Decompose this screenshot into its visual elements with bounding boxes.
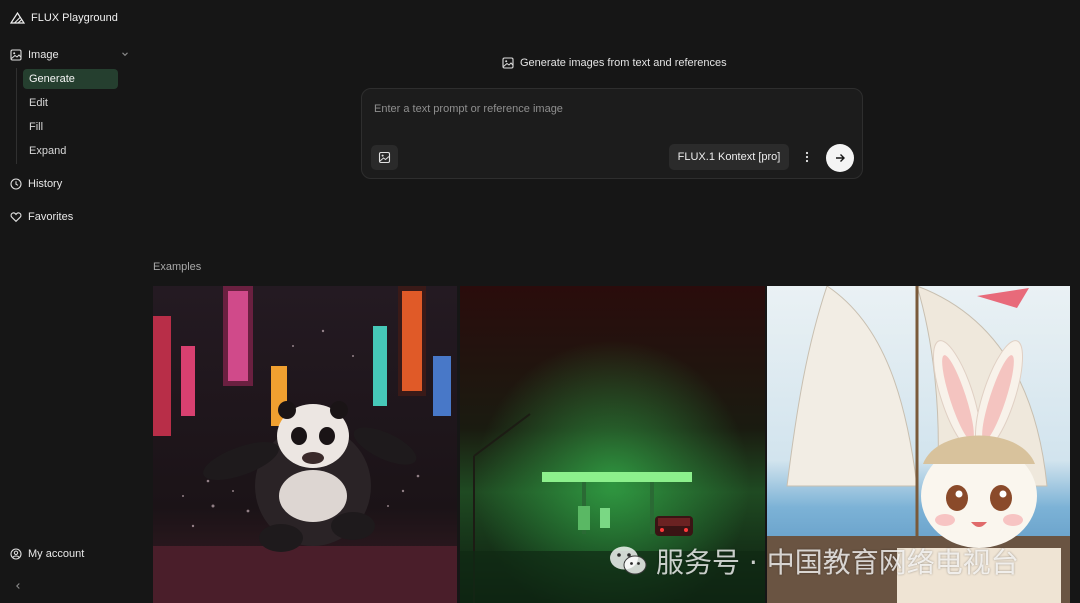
chevron-down-icon[interactable]: [120, 49, 130, 59]
sidebar-item-label: Edit: [29, 97, 48, 109]
prompt-box: FLUX.1 Kontext [pro]: [361, 88, 863, 179]
add-reference-image-button[interactable]: [371, 145, 398, 170]
image-icon: [10, 49, 22, 61]
sidebar: FLUX Playground Image Generate Edit Fill…: [0, 0, 138, 603]
sidebar-item-generate[interactable]: Generate: [23, 69, 118, 89]
sidebar-group-image[interactable]: Image: [10, 46, 132, 64]
sidebar-item-label: History: [28, 178, 63, 190]
sidebar-item-label: Fill: [29, 121, 44, 133]
image-add-icon: [378, 151, 391, 164]
sidebar-item-expand[interactable]: Expand: [23, 141, 118, 161]
clock-icon: [10, 178, 22, 190]
image-icon: [502, 57, 514, 69]
example-image-bunny-ship[interactable]: [767, 286, 1070, 603]
sidebar-item-edit[interactable]: Edit: [23, 93, 118, 113]
prompt-input[interactable]: [374, 101, 844, 117]
sidebar-group-label: Image: [28, 49, 59, 61]
example-image-gas-station[interactable]: [460, 286, 765, 603]
heart-icon: [10, 211, 22, 223]
more-options-button[interactable]: [799, 147, 815, 167]
my-account-label: My account: [28, 548, 85, 560]
panda-image: [153, 286, 457, 603]
more-vertical-icon: [805, 151, 809, 163]
app-brand[interactable]: FLUX Playground: [10, 10, 118, 26]
app-title: FLUX Playground: [31, 12, 118, 24]
submenu-guide-line: [16, 68, 17, 164]
gas-station-image: [460, 286, 765, 603]
arrow-right-icon: [836, 154, 845, 162]
sidebar-item-history[interactable]: History: [10, 175, 132, 193]
flux-logo-icon: [10, 12, 25, 24]
model-selector-button[interactable]: FLUX.1 Kontext [pro]: [669, 144, 789, 170]
model-label: FLUX.1 Kontext [pro]: [677, 151, 781, 163]
generate-submit-button[interactable]: [826, 144, 854, 172]
headline-text: Generate images from text and references: [520, 57, 727, 69]
bunny-ship-image: [767, 286, 1070, 603]
page-headline: Generate images from text and references: [502, 56, 727, 70]
sidebar-item-label: Expand: [29, 145, 67, 157]
collapse-sidebar-button[interactable]: [12, 579, 24, 591]
user-icon: [10, 548, 22, 560]
sidebar-item-fill[interactable]: Fill: [23, 117, 118, 137]
my-account-link[interactable]: My account: [10, 545, 132, 563]
sidebar-item-label: Generate: [29, 73, 75, 85]
sidebar-item-favorites[interactable]: Favorites: [10, 208, 132, 226]
examples-heading: Examples: [153, 261, 202, 273]
chevron-left-icon: [16, 583, 20, 589]
sidebar-item-label: Favorites: [28, 211, 74, 223]
example-image-panda[interactable]: [153, 286, 457, 603]
